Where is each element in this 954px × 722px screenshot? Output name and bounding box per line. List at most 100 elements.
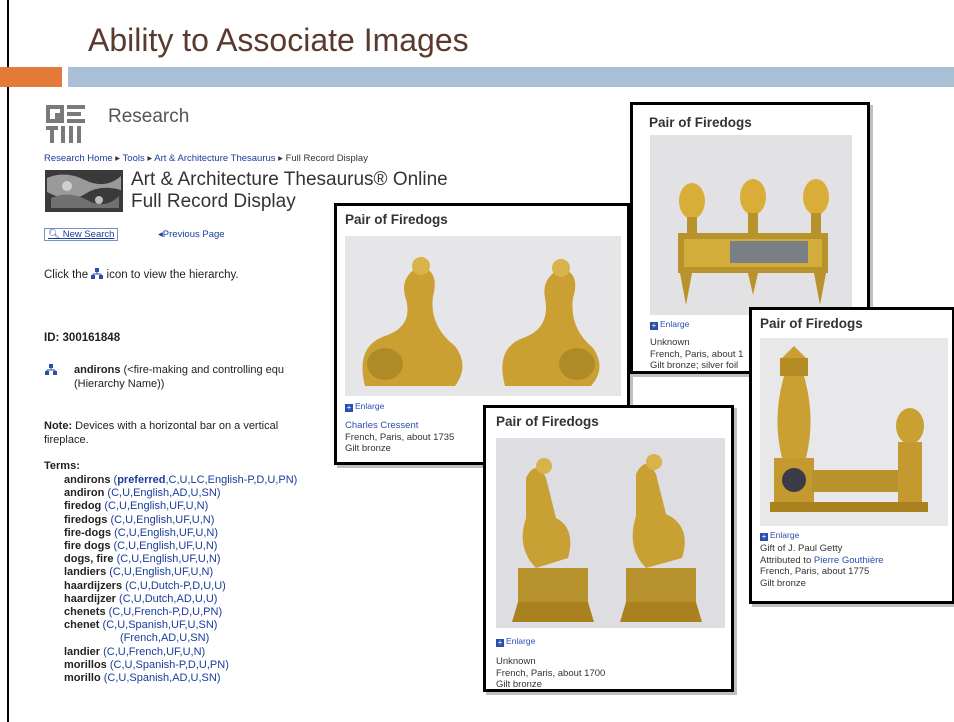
term-qualifier[interactable]: (C,U,English,AD,U,SN) [107,487,220,499]
plus-icon: + [345,403,353,412]
getty-logo-icon[interactable] [45,104,87,144]
hierarchy-parent: (<fire-making and controlling equ [123,364,285,376]
term: chenets [64,606,106,619]
term: firedogs [64,513,108,526]
hierarchy-term: andirons [74,364,121,376]
breadcrumb-tools[interactable]: Tools [123,153,145,164]
term-qualifier[interactable]: (C,U,English,UF,U,N) [114,540,218,552]
term-qualifier[interactable]: (C,U,English,UF,U,N) [109,566,213,578]
plus-icon: + [496,638,504,647]
note-label: Note: [44,420,73,432]
firedogs-photo-graphic [760,338,948,526]
scope-note: Note: Devices with a horizontal bar on a… [44,419,278,447]
note-text-line2: fireplace. [44,434,89,446]
card-maker-link[interactable]: Pierre Gouthière [814,555,884,566]
slide-title: Ability to Associate Images [88,22,469,58]
new-search-label: New Search [62,229,115,240]
term-row: morillos (C,U,Spanish-P,D,U,PN) [64,659,297,672]
term-preferred: preferred [117,474,166,486]
term-row: landier (C,U,French,UF,U,N) [64,646,297,659]
card-place: French, Paris, about 1775 [760,566,870,577]
term-qualifier[interactable]: (C,U,English,UF,U,N) [104,500,208,512]
term-qualifier[interactable]: (C,U,English,UF,U,N) [114,527,218,539]
enlarge-label: Enlarge [355,401,385,411]
enlarge-label: Enlarge [660,319,690,329]
term: fire-dogs [64,526,112,539]
term: haardijzers [64,579,123,592]
firedogs-photo[interactable] [496,438,725,628]
previous-page-label: Previous Page [162,229,225,240]
firedogs-photo[interactable] [760,338,948,526]
term-qualifier[interactable]: (C,U,French-P,D,U,PN) [109,606,222,618]
term: dogs, fire [64,553,114,566]
hint-text-before: Click the [44,269,89,281]
getty-research-heading: Research [108,106,190,127]
enlarge-link[interactable]: + Enlarge [496,636,535,647]
breadcrumb-aat[interactable]: Art & Architecture Thesaurus [154,153,275,164]
card-title: Pair of Firedogs [345,212,448,227]
previous-page-link[interactable]: ◂Previous Page [158,229,225,240]
hierarchy-entry: andirons (<fire-making and controlling e… [74,363,284,391]
new-search-button[interactable]: 🔍︎ New Search [44,228,119,241]
breadcrumb-current: Full Record Display [285,153,368,164]
term-qualifier[interactable]: (French,AD,U,SN) [120,632,209,644]
enlarge-link[interactable]: + Enlarge [650,319,689,330]
aat-title-line1: Art & Architecture Thesaurus® Online [131,169,448,190]
terms-heading: Terms: [44,460,80,472]
term-qualifier[interactable]: (C,U,Dutch-P,D,U,U) [125,580,226,592]
firedogs-card-4: Pair of Firedogs + Enlarge Gift of J. Pau… [749,307,954,604]
enlarge-label: Enlarge [770,530,800,540]
term: morillos [64,658,107,671]
term-row: fire dogs (C,U,English,UF,U,N) [64,540,297,553]
term: morillo [64,672,101,685]
term: chenet [64,619,100,632]
term-qualifier[interactable]: (C,U,Spanish,AD,U,SN) [104,672,221,684]
firedogs-photo-graphic [650,135,852,315]
note-text: Devices with a horizontal bar on a verti… [75,420,279,432]
breadcrumb-research-home[interactable]: Research Home [44,153,113,164]
card-maker-link[interactable]: Charles Cressent [345,420,454,432]
term-qualifier-rest: ,C,U,LC,English-P,D,U,PN) [165,474,298,486]
term: landiers [64,566,107,579]
term-qualifier[interactable]: (C,U,Dutch,AD,U,U) [119,593,217,605]
term-row: landiers (C,U,English,UF,U,N) [64,566,297,579]
term-row: haardijzer (C,U,Dutch,AD,U,U) [64,593,297,606]
term: firedog [64,500,102,513]
term-row: (French,AD,U,SN) [64,632,297,645]
breadcrumb-sep-icon: ▸ [278,153,286,164]
firedogs-photo-graphic [345,236,621,396]
card-title: Pair of Firedogs [649,115,752,130]
term-qualifier[interactable]: (C,U,Spanish,UF,U,SN) [103,619,218,631]
card-place: French, Paris, about 1700 [496,667,606,679]
term-row: firedogs (C,U,English,UF,U,N) [64,514,297,527]
term-row: chenets (C,U,French-P,D,U,PN) [64,606,297,619]
slide: Ability to Associate Images Research Res… [0,0,954,722]
card-material: Gilt bronze [760,577,806,589]
term-qualifier[interactable]: (C,U,English,UF,U,N) [117,553,221,565]
enlarge-link[interactable]: + Enlarge [345,401,384,412]
slide-left-rule [7,0,9,722]
record-id: ID: 300161848 [44,332,121,344]
breadcrumb: Research Home ▸ Tools ▸ Art & Architectu… [44,153,368,164]
firedogs-photo[interactable] [650,135,852,315]
hierarchy-icon[interactable] [45,364,57,376]
term-qualifier[interactable]: (C,U,English,UF,U,N) [110,514,214,526]
term-row: andirons (preferred,C,U,LC,English-P,D,U… [64,474,297,487]
card-material: Gilt bronze; silver foil [650,360,739,371]
firedogs-photo[interactable] [345,236,621,396]
term-row: morillo (C,U,Spanish,AD,U,SN) [64,672,297,685]
enlarge-link[interactable]: + Enlarge [760,530,799,541]
firedogs-card-3: Pair of Firedogs + Enlarge Unknown French… [483,405,734,692]
card-gift: Gift of J. Paul Getty [760,543,843,554]
card-place: French, Paris, about 1735 [345,431,455,443]
term-row: firedog (C,U,English,UF,U,N) [64,500,297,513]
plus-icon: + [650,321,658,330]
breadcrumb-sep-icon: ▸ [115,153,123,164]
term-qualifier[interactable]: (C,U,Spanish-P,D,U,PN) [110,659,229,671]
term-row: haardijzers (C,U,Dutch-P,D,U,U) [64,580,297,593]
term-qualifier[interactable]: (C,U,French,UF,U,N) [103,646,205,658]
search-icon: 🔍︎ [48,229,61,240]
card-material: Gilt bronze [345,443,391,454]
card-place: French, Paris, about 1 [650,348,744,360]
term-qualifier[interactable]: (preferred,C,U,LC,English-P,D,U,PN) [114,474,298,486]
